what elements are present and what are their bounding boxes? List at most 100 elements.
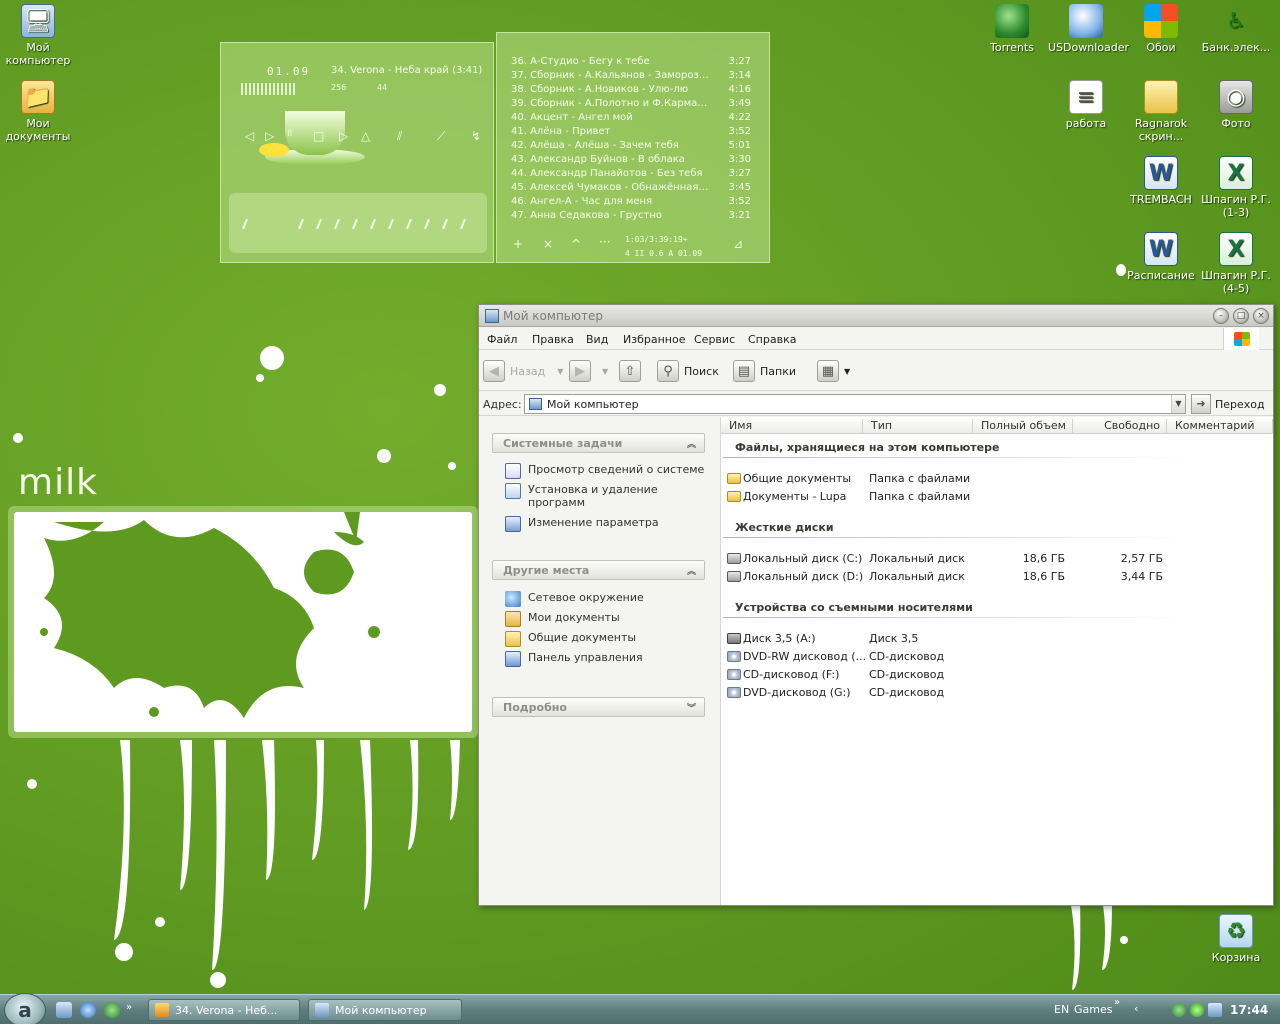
link-network[interactable]: Сетевое окружение — [505, 591, 705, 607]
show-hidden-icons-icon[interactable]: ‹ — [1134, 1002, 1138, 1015]
menu-help[interactable]: Справка — [748, 333, 796, 346]
column-total-size[interactable]: Полный объем — [973, 419, 1073, 434]
column-name[interactable]: Имя — [721, 419, 863, 434]
playlist-item[interactable]: 40. Акцент - Ангел мой 4:22 — [511, 111, 751, 125]
file-list-item[interactable]: DVD-RW дисковод (... CD-дисковод — [725, 649, 1270, 665]
player-playlist-panel[interactable]: 36. А-Студио - Бегу к тебе 3:27 37. Сборни… — [496, 32, 770, 263]
sort-icon[interactable]: ^ — [571, 237, 581, 251]
balance-icon[interactable]: ⟋ — [437, 129, 445, 144]
back-button[interactable]: ◀ Назад ▼ — [483, 359, 563, 383]
eject-icon[interactable]: △ — [361, 129, 370, 143]
desktop-icon-rabota[interactable]: ≡ работа — [1048, 80, 1124, 130]
prev-track-icon[interactable]: ◁ — [245, 129, 254, 143]
playlist-item[interactable]: 37. Сборник - А.Кальянов - Заморозки 3:14 — [511, 69, 751, 83]
window-titlebar[interactable]: Мой компьютер – □ × — [479, 305, 1273, 327]
playlist-item[interactable]: 45. Алексей Чумаков - Обнажённая нат... 3… — [511, 181, 751, 195]
network-tray-icon[interactable] — [1208, 1003, 1222, 1017]
link-shared-documents[interactable]: Общие документы — [505, 631, 705, 647]
language-indicator[interactable]: EN — [1054, 1003, 1069, 1016]
file-list-item[interactable]: CD-дисковод (F:) CD-дисковод — [725, 667, 1270, 683]
playlist-item[interactable]: 36. А-Студио - Бегу к тебе 3:27 — [511, 55, 751, 69]
forward-button[interactable]: ▶ ▼ — [569, 359, 608, 383]
file-list-item[interactable]: Локальный диск (C:) Локальный диск 18,6 ГБ… — [725, 551, 1270, 567]
menu-favorites[interactable]: Избранное — [623, 333, 685, 346]
start-button[interactable]: a — [4, 993, 46, 1024]
games-toolbar[interactable]: Games — [1074, 1003, 1112, 1016]
maximize-button[interactable]: □ — [1233, 308, 1249, 324]
remove-file-icon[interactable]: × — [543, 237, 553, 251]
desktop-icon-foto[interactable]: ◉ Фото — [1198, 80, 1274, 130]
file-list-item[interactable]: DVD-дисковод (G:) CD-дисковод — [725, 685, 1270, 701]
desktop-icon-usdownloader[interactable]: USDownloader — [1048, 4, 1129, 54]
playlist-item[interactable]: 47. Анна Седакова - Грустно 3:21 — [511, 209, 751, 223]
playlist-item[interactable]: 41. Алёна - Привет 3:52 — [511, 125, 751, 139]
next-track-icon[interactable]: ▷ — [339, 129, 348, 143]
playlist-item[interactable]: 38. Сборник - А.Новиков - Улю-лю 4:16 — [511, 83, 751, 97]
playlist-item[interactable]: 39. Сборник - А.Полотно и Ф.Карманов ...… — [511, 97, 751, 111]
address-field[interactable]: Мой компьютер ▼ — [524, 394, 1186, 414]
shuffle-icon[interactable]: ↯ — [471, 129, 481, 143]
back-dropdown-icon[interactable]: ▼ — [557, 367, 563, 376]
forward-dropdown-icon[interactable]: ▼ — [602, 367, 608, 376]
column-comment[interactable]: Комментарий — [1167, 419, 1273, 434]
desktop-icon-my-documents[interactable]: 📁 Мои документы — [0, 80, 76, 143]
link-my-documents[interactable]: Мои документы — [505, 611, 705, 627]
resize-icon[interactable]: ⊿ — [733, 237, 743, 251]
views-button[interactable]: ▦ ▼ — [817, 359, 850, 383]
file-list-item[interactable]: Локальный диск (D:) Локальный диск 18,6 ГБ… — [725, 569, 1270, 585]
desktop-icon-raspisanie[interactable]: W Расписание — [1123, 232, 1199, 282]
search-button[interactable]: ⚲ Поиск — [657, 359, 719, 383]
go-button[interactable]: ➜ Переход — [1191, 394, 1265, 414]
desktop-icon-torrents[interactable]: Torrents — [974, 4, 1050, 54]
playlist-item[interactable]: 44. Александр Панайотов - Без тебя 3:27 — [511, 167, 751, 181]
playlist-item[interactable]: 43. Александр Буйнов - В облака 3:30 — [511, 153, 751, 167]
link-system-info[interactable]: Просмотр сведений о системе — [505, 463, 705, 479]
details-header[interactable]: Подробно ︾ — [492, 697, 705, 717]
link-add-remove-programs[interactable]: Установка и удаление программ — [505, 483, 705, 509]
add-file-icon[interactable]: + — [513, 237, 523, 251]
agent-tray-icon[interactable] — [1190, 1003, 1204, 1017]
desktop-icon-shpagin-1-3[interactable]: X Шпагин Р.Г. (1-3) — [1198, 156, 1274, 219]
stop-icon[interactable]: □ — [313, 129, 324, 143]
desktop-icon-recycle-bin[interactable]: ♻ Корзина — [1198, 914, 1274, 964]
utorrent-tray-icon[interactable] — [1172, 1003, 1186, 1017]
menu-view[interactable]: Вид — [586, 333, 608, 346]
desktop-icon-shpagin-4-5[interactable]: X Шпагин Р.Г. (4-5) — [1198, 232, 1274, 295]
playlist-item[interactable]: 46. Ангел-А - Час для меня 3:52 — [511, 195, 751, 209]
file-list-item[interactable]: Документы - Lupa Папка с файлами — [725, 489, 1270, 505]
taskbar-item-my-computer[interactable]: Мой компьютер — [308, 999, 462, 1021]
taskbar-item-player[interactable]: 34. Verona - Неб... — [148, 999, 300, 1021]
desktop-icon-ragnarok[interactable]: Ragnarok скрин... — [1123, 80, 1199, 143]
file-list-item[interactable]: Общие документы Папка с файлами — [725, 471, 1270, 487]
show-desktop-icon[interactable] — [56, 1002, 72, 1018]
playlist-item[interactable]: 42. Алёша - Алёша - Зачем тебя 5:01 — [511, 139, 751, 153]
close-button[interactable]: × — [1253, 308, 1269, 324]
address-dropdown-icon[interactable]: ▼ — [1171, 395, 1185, 413]
equalizer-sliders[interactable] — [229, 193, 487, 253]
column-free-space[interactable]: Свободно — [1073, 419, 1167, 434]
desktop-icon-trembach[interactable]: W TREMBACH — [1123, 156, 1199, 206]
desktop-icon-bank[interactable]: ♿ Банк.элек... — [1198, 4, 1274, 54]
column-type[interactable]: Тип — [863, 419, 973, 434]
folders-button[interactable]: ▤ Папки — [733, 359, 796, 383]
play-icon[interactable]: ▷ — [265, 129, 274, 143]
menu-edit[interactable]: Правка — [532, 333, 574, 346]
menu-tools[interactable]: Сервис — [694, 333, 735, 346]
menu-file[interactable]: Файл — [487, 333, 517, 346]
internet-explorer-icon[interactable] — [80, 1002, 96, 1018]
other-places-header[interactable]: Другие места ︽ — [492, 560, 705, 580]
system-tasks-header[interactable]: Системные задачи ︽ — [492, 433, 705, 453]
equalizer-panel[interactable] — [229, 193, 487, 253]
desktop-icon-wallpapers[interactable]: Обои — [1123, 4, 1199, 54]
up-folder-button[interactable]: ⇧ — [619, 359, 646, 383]
pause-icon[interactable]: II — [287, 129, 292, 139]
games-toolbar-chevron-icon[interactable]: » — [1114, 997, 1120, 1008]
link-control-panel[interactable]: Панель управления — [505, 651, 705, 667]
volume-icon[interactable]: ⫽ — [397, 129, 402, 144]
more-icon[interactable]: ··· — [599, 235, 610, 249]
link-change-setting[interactable]: Изменение параметра — [505, 516, 705, 532]
quicklaunch-more-icon[interactable]: » — [126, 1002, 136, 1018]
minimize-button[interactable]: – — [1213, 308, 1229, 324]
file-list-item[interactable]: Диск 3,5 (A:) Диск 3,5 — [725, 631, 1270, 647]
utorrent-icon[interactable] — [104, 1002, 120, 1018]
